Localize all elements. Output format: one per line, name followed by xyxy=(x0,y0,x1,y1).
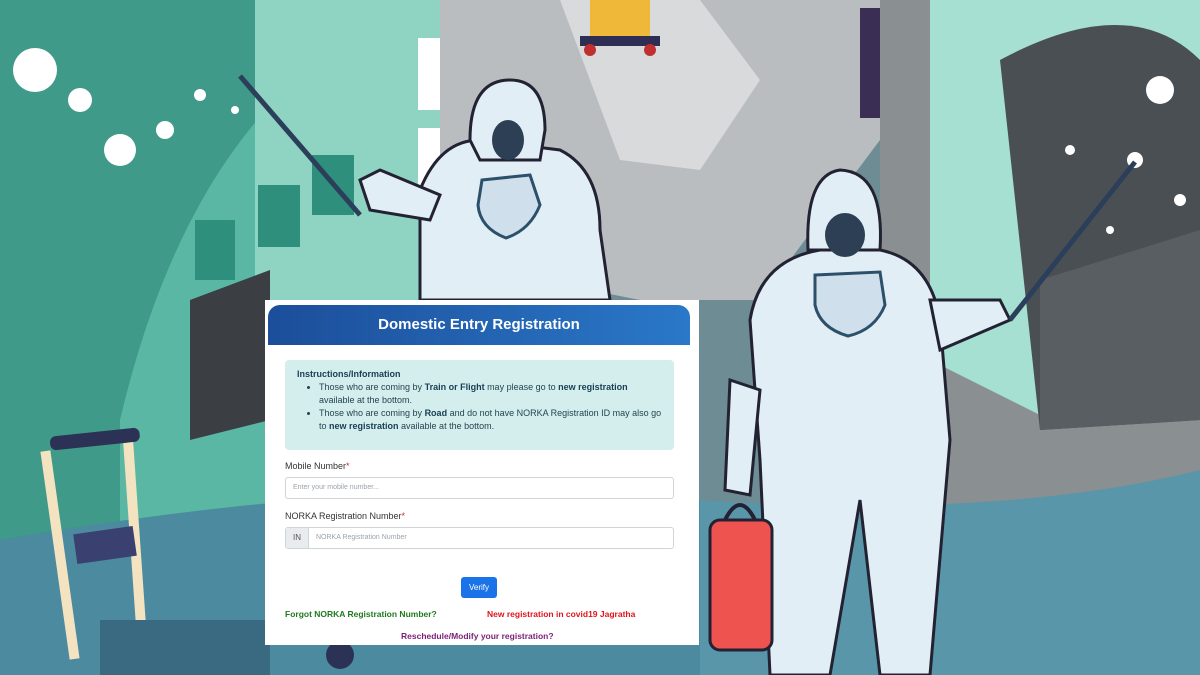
forgot-norka-link[interactable]: Forgot NORKA Registration Number? xyxy=(285,609,437,619)
norka-number-input[interactable]: IN NORKA Registration Number xyxy=(285,527,674,549)
norka-number-label: NORKA Registration Number* xyxy=(285,511,406,521)
registration-panel: Domestic Entry Registration Instructions… xyxy=(265,300,699,645)
norka-prefix: IN xyxy=(286,528,309,548)
mobile-number-label: Mobile Number* xyxy=(285,461,350,471)
mobile-number-input[interactable]: Enter your mobile number... xyxy=(285,477,674,499)
norka-number-placeholder: NORKA Registration Number xyxy=(316,534,407,541)
instruction-item: Those who are coming by Road and do not … xyxy=(319,407,662,433)
new-registration-link[interactable]: New registration in covid19 Jagratha xyxy=(487,609,635,619)
reschedule-link[interactable]: Reschedule/Modify your registration? xyxy=(401,631,554,641)
page-title: Domestic Entry Registration xyxy=(378,316,580,333)
verify-button[interactable]: Verify xyxy=(461,577,497,598)
instructions-list: Those who are coming by Train or Flight … xyxy=(297,381,662,433)
panel-header: Domestic Entry Registration xyxy=(268,305,690,345)
mobile-number-placeholder: Enter your mobile number... xyxy=(293,484,379,491)
instructions-box: Instructions/Information Those who are c… xyxy=(285,360,674,450)
instructions-heading: Instructions/Information xyxy=(297,369,401,379)
instruction-item: Those who are coming by Train or Flight … xyxy=(319,381,662,407)
